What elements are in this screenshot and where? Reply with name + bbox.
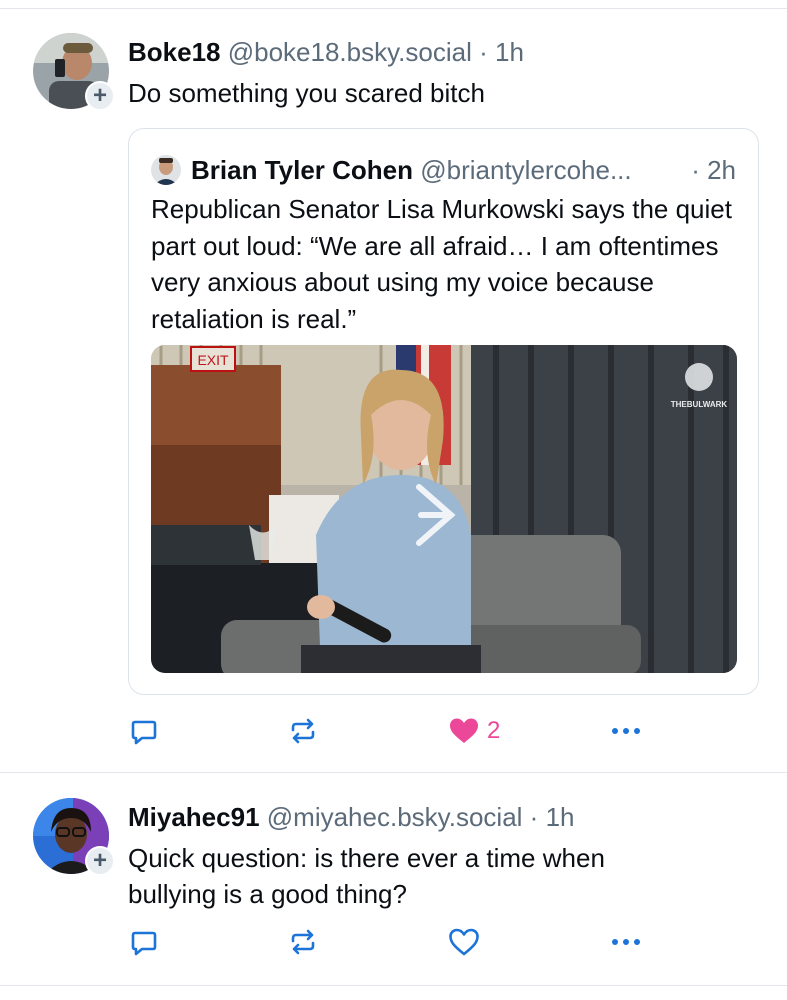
post-header: Boke18 @boke18.bsky.social · 1h [128, 36, 524, 68]
post-header: Miyahec91 @miyahec.bsky.social · 1h [128, 801, 575, 833]
post-divider [0, 772, 787, 773]
heart-filled-icon [450, 718, 478, 743]
bottom-divider [0, 985, 787, 986]
reply-icon [131, 720, 157, 745]
post-text: Do something you scared bitch [128, 78, 485, 108]
more-icon [612, 939, 640, 945]
follow-plus-button[interactable]: + [85, 846, 115, 876]
post-actions: 2 [0, 711, 787, 751]
reply-icon [131, 931, 157, 956]
repost-icon [291, 718, 315, 744]
reply-button[interactable] [130, 922, 158, 962]
quote-header: Brian Tyler Cohen @briantylercohe... [191, 153, 632, 187]
separator-dot: · [479, 37, 488, 67]
more-options-button[interactable] [611, 711, 641, 751]
exit-sign-text: EXIT [197, 352, 229, 368]
post-time[interactable]: 1h [546, 802, 575, 832]
repost-button[interactable] [288, 922, 318, 962]
like-count: 2 [487, 717, 501, 744]
quote-time[interactable]: · 2h [691, 153, 736, 187]
top-divider [0, 8, 787, 9]
post-text: Quick question: is there ever a time whe… [128, 843, 605, 909]
author-name[interactable]: Miyahec91 [128, 802, 260, 832]
author-name[interactable]: Boke18 [128, 37, 221, 67]
quote-author-avatar [151, 155, 181, 185]
post-time[interactable]: 1h [495, 37, 524, 67]
avatar-miyahec91[interactable]: + [33, 798, 115, 876]
follow-plus-button[interactable]: + [85, 81, 115, 111]
watermark-text: THEBULWARK [671, 400, 728, 409]
separator-dot: · [529, 802, 539, 832]
quote-text: Republican Senator Lisa Murkowski says t… [151, 194, 732, 334]
like-button[interactable] [449, 922, 479, 962]
like-button[interactable]: 2 [449, 711, 500, 751]
reply-button[interactable] [130, 711, 158, 751]
heart-outline-icon [449, 928, 479, 956]
repost-icon [291, 929, 315, 955]
quote-author-name[interactable]: Brian Tyler Cohen [191, 155, 413, 185]
author-handle[interactable]: @boke18.bsky.social [228, 37, 472, 67]
post-actions [0, 922, 787, 962]
more-icon [612, 728, 640, 734]
more-options-button[interactable] [611, 922, 641, 962]
quote-media-video[interactable]: EXIT THEBULWARK [151, 345, 737, 673]
repost-button[interactable] [288, 711, 318, 751]
avatar-boke18[interactable]: + [33, 33, 115, 111]
author-handle[interactable]: @miyahec.bsky.social [267, 802, 523, 832]
quote-author-handle[interactable]: @briantylercohe... [420, 155, 631, 185]
quoted-post[interactable]: Brian Tyler Cohen @briantylercohe... · 2… [128, 128, 759, 695]
